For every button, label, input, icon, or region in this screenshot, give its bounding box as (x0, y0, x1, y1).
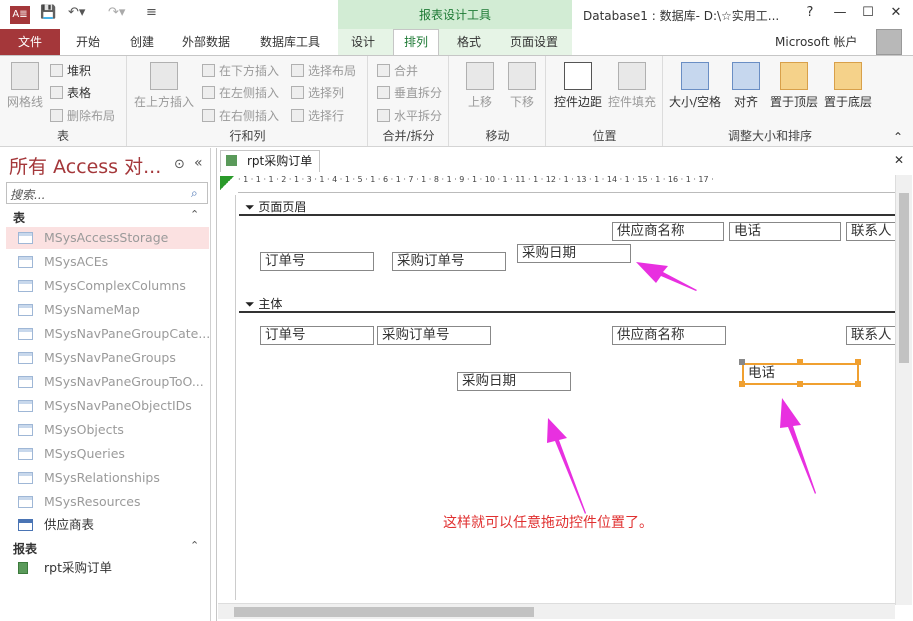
vertical-scroll-thumb[interactable] (899, 193, 909, 363)
arrow-to-detail-date (547, 418, 586, 514)
annotation-text: 这样就可以任意拖动控件位置了。 (443, 515, 653, 531)
arrow-to-phone (780, 398, 816, 494)
vertical-scrollbar[interactable] (895, 175, 912, 605)
horizontal-scroll-thumb[interactable] (234, 607, 534, 617)
arrow-to-header-date (636, 262, 697, 291)
horizontal-scrollbar[interactable] (218, 603, 895, 619)
